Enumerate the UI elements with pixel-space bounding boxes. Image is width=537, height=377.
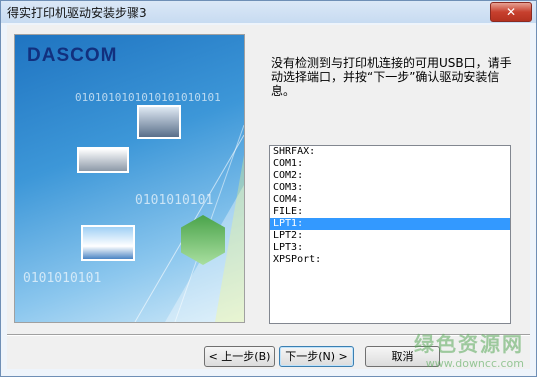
- port-item[interactable]: LPT3:: [270, 242, 510, 254]
- port-item[interactable]: LPT2:: [270, 230, 510, 242]
- business-people-photo: [137, 105, 181, 139]
- port-item[interactable]: FILE:: [270, 206, 510, 218]
- banner-light-rays: [134, 124, 244, 322]
- title-bar[interactable]: 得实打印机驱动安装步骤3 ✕: [1, 1, 536, 23]
- instruction-text: 没有检测到与打印机连接的可用USB口，请手动选择端口，并按“下一步”确认驱动安装…: [271, 56, 512, 98]
- port-item[interactable]: LPT1:: [270, 218, 510, 230]
- watermark-name: 绿色资源网: [414, 332, 524, 356]
- installer-window: 得实打印机驱动安装步骤3 ✕ DASCOM 010101010101010101…: [0, 0, 537, 377]
- back-button[interactable]: < 上一步(B): [204, 346, 275, 367]
- port-item[interactable]: XPSPort:: [270, 254, 510, 266]
- port-item[interactable]: COM2:: [270, 170, 510, 182]
- port-item[interactable]: COM4:: [270, 194, 510, 206]
- watermark: 绿色资源网 www.downcc.com: [414, 328, 524, 370]
- port-item[interactable]: COM3:: [270, 182, 510, 194]
- watermark-url: www.downcc.com: [425, 357, 524, 370]
- port-item[interactable]: COM1:: [270, 158, 510, 170]
- close-icon: ✕: [505, 5, 517, 19]
- window-title: 得实打印机驱动安装步骤3: [7, 6, 147, 20]
- port-item[interactable]: SHRFAX:: [270, 146, 510, 158]
- close-button[interactable]: ✕: [490, 2, 532, 22]
- airplane-photo: [81, 225, 135, 261]
- port-listbox[interactable]: SHRFAX: COM1: COM2: COM3: COM4: FILE: LPT1: LPT…: [269, 145, 511, 324]
- dialog-body: DASCOM 0101010101010101010101 0101010101…: [7, 25, 530, 369]
- dascom-banner-image: DASCOM 0101010101010101010101 0101010101…: [14, 34, 245, 323]
- next-button[interactable]: 下一步(N) >: [279, 346, 354, 367]
- printer-photo: [77, 147, 129, 173]
